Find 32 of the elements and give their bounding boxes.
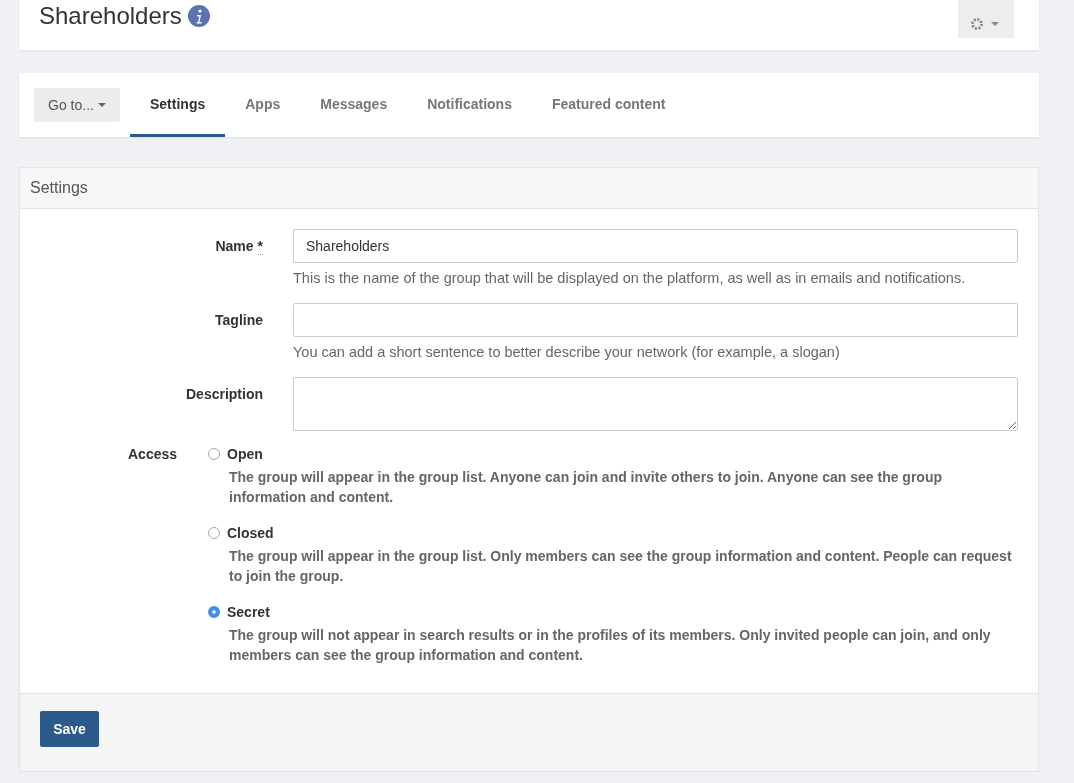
caret-icon bbox=[97, 103, 106, 107]
field-label: Tagline bbox=[215, 312, 263, 328]
help-text: This is the name of the group that will be displayed on the platform, as well as in emails and notifications. bbox=[293, 270, 967, 286]
field-label: Name bbox=[215, 238, 254, 254]
tab[interactable]: Settings bbox=[130, 73, 226, 137]
help-text: You can add a short sentence to better describe your network (for example, a slogan) bbox=[293, 344, 841, 360]
radio-button[interactable] bbox=[208, 448, 220, 460]
gear-icon bbox=[971, 18, 1001, 30]
text-field[interactable] bbox=[293, 303, 1018, 337]
tab[interactable]: Notifications bbox=[407, 73, 532, 137]
radio-label[interactable]: Open bbox=[227, 446, 263, 462]
radio-label[interactable]: Secret bbox=[227, 604, 270, 620]
text-field[interactable]: Shareholders bbox=[293, 229, 1018, 263]
tab[interactable]: Apps bbox=[225, 73, 301, 137]
option-description: The group will appear in the group list. Only members can see the group information and content. People can request to join the group. bbox=[229, 547, 1013, 586]
option-description: The group will not appear in search results or in the profiles of its members. Only invited people can join, and only members can see the group information and content. bbox=[229, 626, 992, 665]
go-to-dropdown[interactable]: Go to... bbox=[34, 88, 120, 122]
field-label: Access bbox=[128, 446, 179, 464]
tab[interactable]: Messages bbox=[300, 73, 408, 137]
page-title: Shareholders bbox=[39, 2, 182, 30]
save-button[interactable]: Save bbox=[40, 711, 99, 747]
field-label: Description bbox=[186, 386, 263, 402]
option-description: The group will appear in the group list. Anyone can join and invite others to join. Anyone can see the group information and content. bbox=[229, 468, 944, 507]
radio-label[interactable]: Closed bbox=[227, 525, 274, 541]
radio-button[interactable] bbox=[208, 527, 220, 539]
info-icon[interactable] bbox=[187, 5, 210, 27]
required-mark: * bbox=[257, 238, 263, 255]
radio-button[interactable] bbox=[208, 606, 220, 618]
text-area[interactable] bbox=[293, 377, 1018, 431]
tab[interactable]: Featured content bbox=[531, 73, 686, 137]
panel-title: Settings bbox=[20, 168, 1038, 209]
settings-menu-button[interactable] bbox=[958, 0, 1014, 38]
